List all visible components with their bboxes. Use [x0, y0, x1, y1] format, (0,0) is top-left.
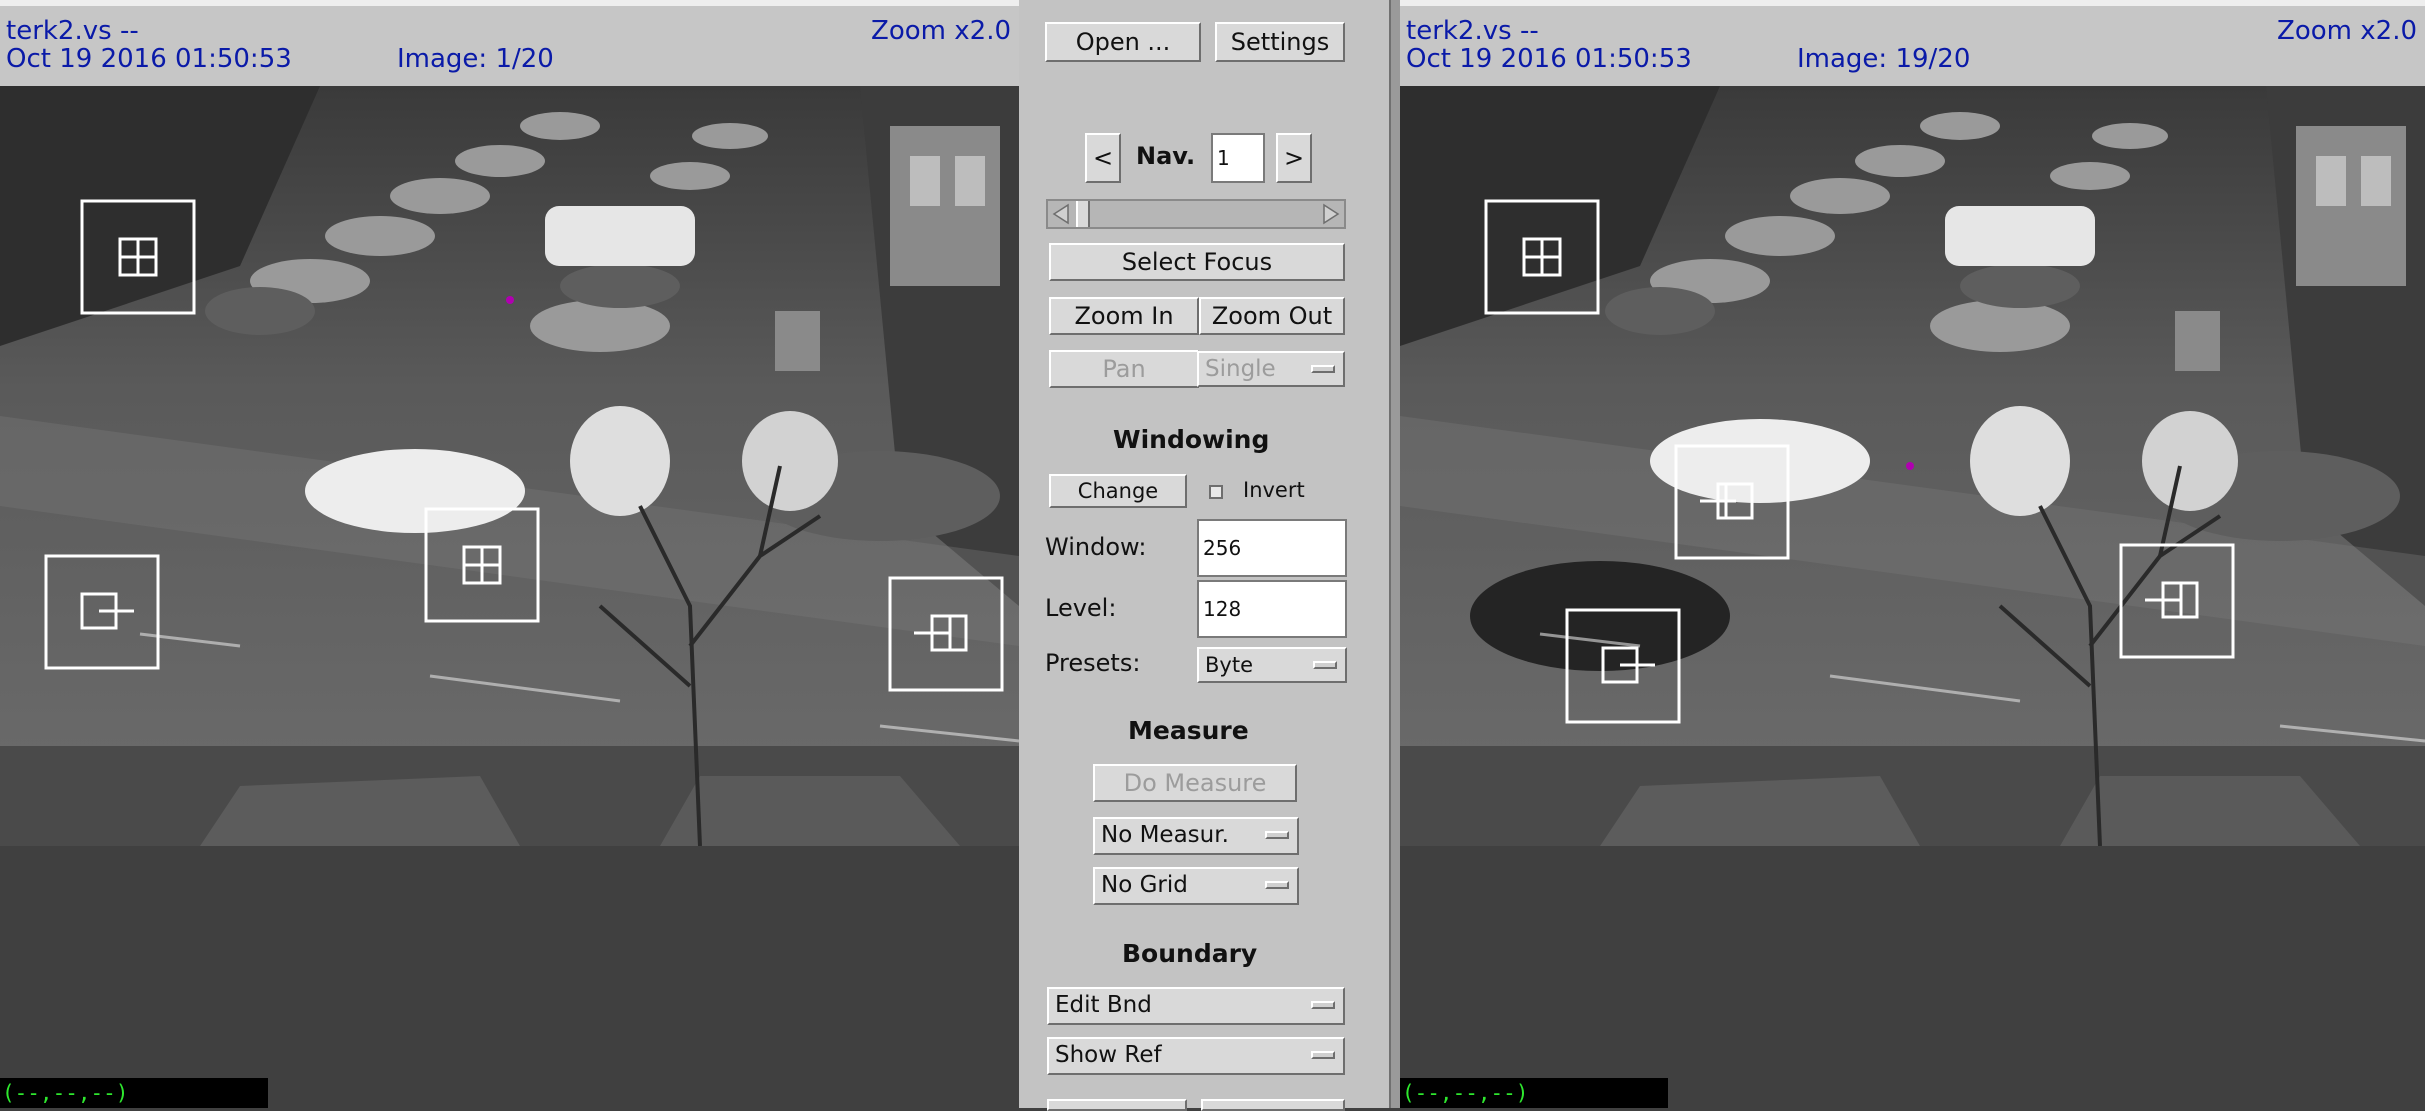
open-button[interactable]: Open ...: [1045, 22, 1201, 62]
viewer-zoom-level: Zoom x2.0: [2277, 16, 2417, 46]
dropdown-indicator-icon: [1265, 831, 1289, 839]
slider-left-arrow-icon[interactable]: [1050, 203, 1072, 225]
tracking-box-icon[interactable]: [1565, 608, 1681, 724]
change-button[interactable]: Change: [1049, 474, 1187, 508]
dropdown-indicator-icon: [1313, 661, 1337, 669]
viewer-datetime: Oct 19 2016 01:50:53: [6, 44, 292, 74]
chevron-left-icon[interactable]: <: [1085, 133, 1121, 183]
slider-right-arrow-icon[interactable]: [1320, 203, 1342, 225]
control-panel: Open ... Settings < Nav. > Select Focus …: [1019, 0, 1389, 1111]
pane-divider[interactable]: [1389, 0, 1400, 1108]
right-image-viewer[interactable]: terk2.vs -- Oct 19 2016 01:50:53 Image: …: [1400, 0, 2425, 1108]
invert-checkbox[interactable]: [1209, 485, 1223, 499]
window-input[interactable]: [1197, 519, 1347, 577]
slider-thumb[interactable]: [1076, 201, 1090, 227]
edit-boundary-dropdown[interactable]: Edit Bnd: [1047, 987, 1345, 1025]
tracking-box-icon[interactable]: [80, 199, 196, 315]
image-canvas[interactable]: [1400, 86, 2425, 846]
viewer-image-index: Image: 19/20: [1797, 44, 1971, 74]
grid-mode-dropdown[interactable]: No Grid: [1093, 867, 1299, 905]
viewer-zoom-level: Zoom x2.0: [871, 16, 1011, 46]
show-reference-value: Show Ref: [1055, 1042, 1162, 1068]
image-canvas[interactable]: [0, 86, 1019, 846]
settings-button[interactable]: Settings: [1215, 22, 1345, 62]
tracking-box-icon[interactable]: [424, 507, 540, 623]
level-label: Level:: [1045, 594, 1117, 622]
measure-mode-dropdown[interactable]: No Measur.: [1093, 817, 1299, 855]
windowing-section-title: Windowing: [1113, 425, 1270, 454]
bottom-button-left[interactable]: [1047, 1099, 1187, 1111]
tracking-box-icon[interactable]: [1484, 199, 1600, 315]
viewer-image-index: Image: 1/20: [397, 44, 554, 74]
tracking-box-icon[interactable]: [1674, 444, 1790, 560]
nav-index-input[interactable]: [1211, 133, 1265, 183]
chevron-right-icon[interactable]: >: [1276, 133, 1312, 183]
dropdown-indicator-icon: [1311, 1001, 1335, 1009]
presets-value: Byte: [1205, 653, 1253, 677]
show-reference-dropdown[interactable]: Show Ref: [1047, 1037, 1345, 1075]
coordinate-readout: (--,--,--): [0, 1078, 268, 1108]
dropdown-indicator-icon: [1265, 881, 1289, 889]
select-focus-button[interactable]: Select Focus: [1049, 243, 1345, 281]
viewer-header: terk2.vs -- Oct 19 2016 01:50:53 Image: …: [0, 6, 1019, 86]
grid-mode-value: No Grid: [1101, 872, 1188, 898]
edit-boundary-value: Edit Bnd: [1055, 992, 1152, 1018]
tracking-box-icon[interactable]: [888, 576, 1004, 692]
level-input[interactable]: [1197, 580, 1347, 638]
pan-mode-dropdown[interactable]: Single: [1197, 351, 1345, 387]
dropdown-indicator-icon: [1311, 365, 1335, 373]
pan-mode-value: Single: [1205, 356, 1276, 382]
do-measure-button[interactable]: Do Measure: [1093, 764, 1297, 802]
left-image-viewer[interactable]: terk2.vs -- Oct 19 2016 01:50:53 Image: …: [0, 0, 1019, 1108]
image-slider[interactable]: [1046, 199, 1346, 229]
tracking-box-icon[interactable]: [44, 554, 160, 670]
presets-label: Presets:: [1045, 649, 1141, 677]
boundary-section-title: Boundary: [1122, 939, 1258, 968]
dropdown-indicator-icon: [1311, 1051, 1335, 1059]
zoom-in-button[interactable]: Zoom In: [1049, 297, 1199, 335]
presets-dropdown[interactable]: Byte: [1197, 647, 1347, 683]
viewer-filename: terk2.vs --: [6, 16, 139, 46]
viewer-header: terk2.vs -- Oct 19 2016 01:50:53 Image: …: [1400, 6, 2425, 86]
viewer-datetime: Oct 19 2016 01:50:53: [1406, 44, 1692, 74]
zoom-out-button[interactable]: Zoom Out: [1199, 297, 1345, 335]
nav-label: Nav.: [1136, 142, 1196, 170]
pan-button[interactable]: Pan: [1049, 350, 1199, 388]
measure-mode-value: No Measur.: [1101, 822, 1229, 848]
bottom-button-right[interactable]: [1201, 1099, 1345, 1111]
invert-label: Invert: [1243, 478, 1305, 502]
window-label: Window:: [1045, 533, 1147, 561]
tracking-box-icon[interactable]: [2119, 543, 2235, 659]
measure-section-title: Measure: [1128, 716, 1249, 745]
coordinate-readout: (--,--,--): [1400, 1078, 1668, 1108]
viewer-filename: terk2.vs --: [1406, 16, 1539, 46]
